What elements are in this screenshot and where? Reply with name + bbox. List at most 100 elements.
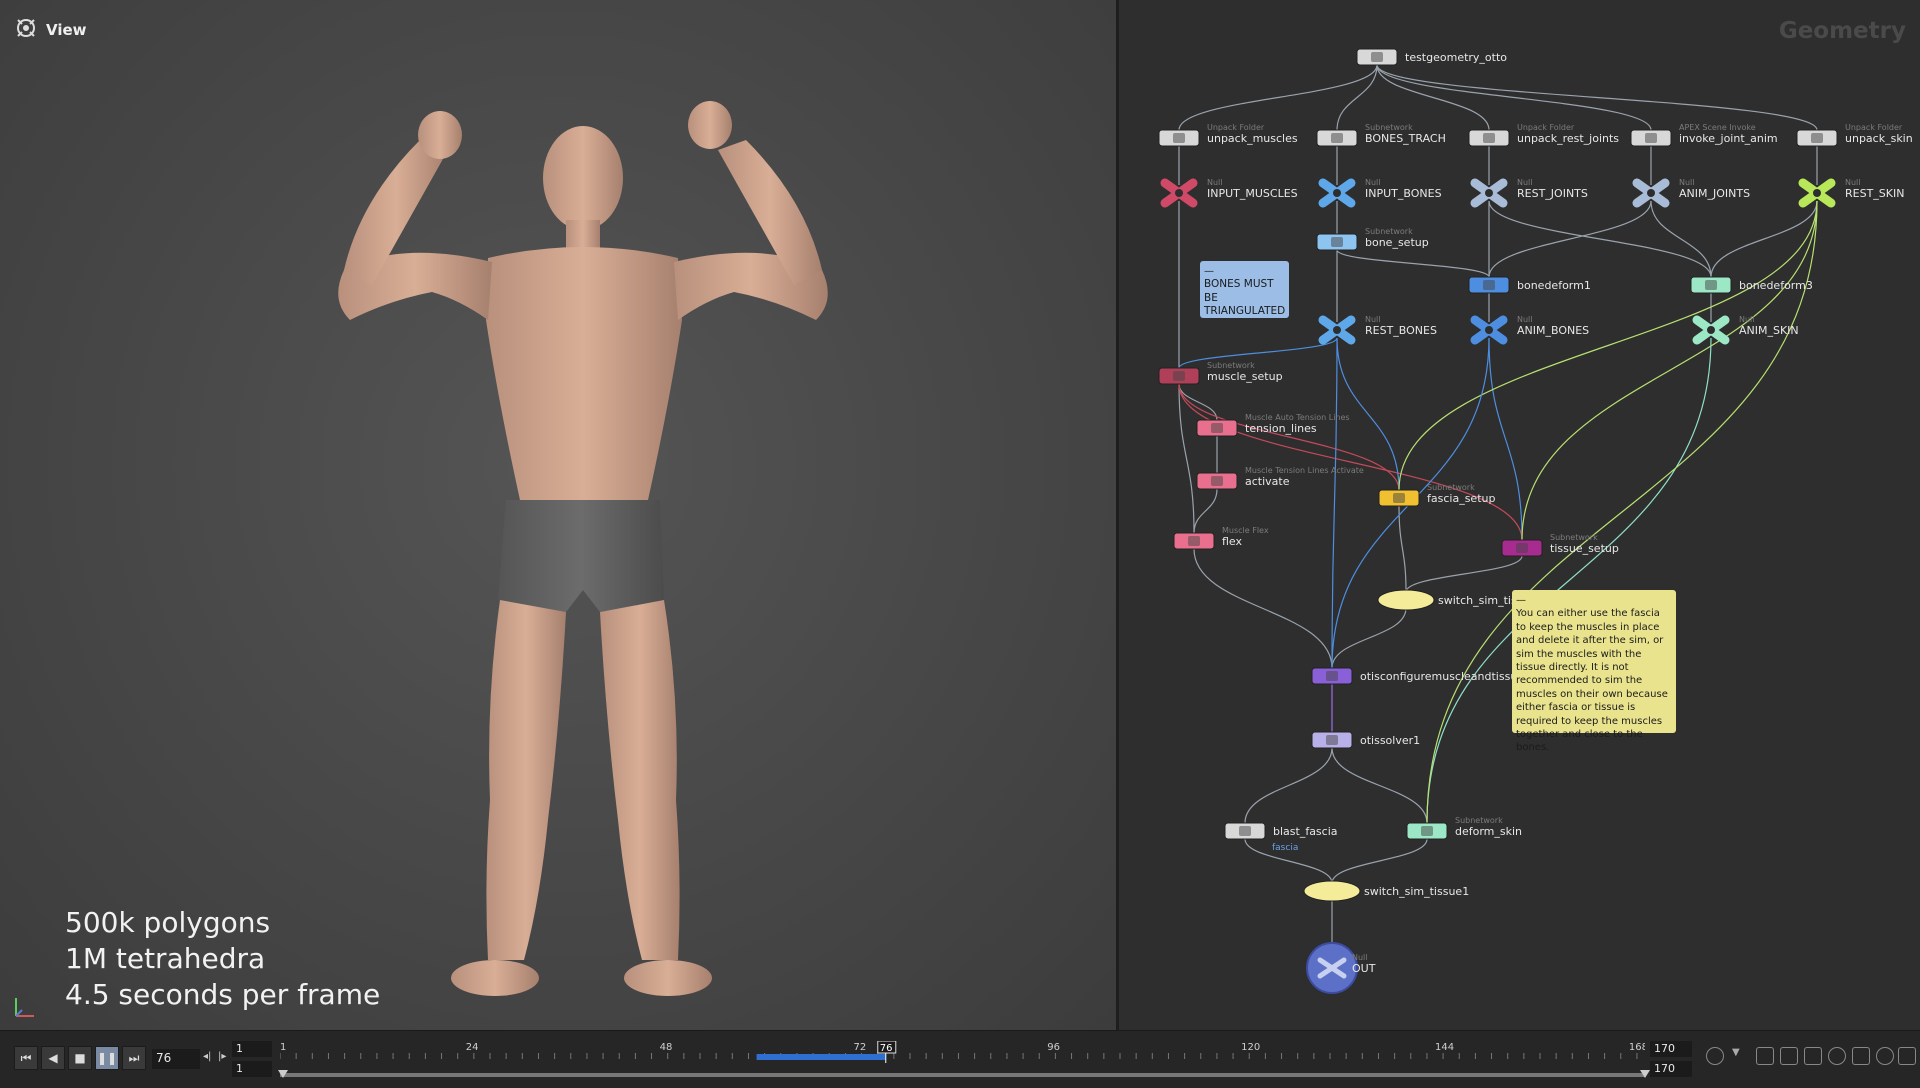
- sticky-note-bones[interactable]: — BONES MUST BE TRIANGULATED: [1200, 261, 1289, 318]
- null-center: [1813, 189, 1821, 197]
- sticky-note-text: You can either use the fascia to keep th…: [1516, 608, 1668, 754]
- node-blast-fascia[interactable]: blast_fascia: [1224, 822, 1338, 840]
- channel-icon[interactable]: [1804, 1047, 1822, 1065]
- node-flex[interactable]: Muscle Flexflex: [1173, 526, 1269, 550]
- range-start-field[interactable]: 1: [232, 1061, 272, 1077]
- wire[interactable]: [1331, 838, 1428, 884]
- node-rest-skin[interactable]: NullREST_SKIN: [1798, 178, 1904, 208]
- character-model[interactable]: [0, 0, 1116, 1030]
- node-name-label: ANIM_BONES: [1517, 324, 1589, 337]
- node-icon: [1211, 476, 1223, 486]
- wire[interactable]: [1193, 548, 1333, 669]
- node-invoke-joint-anim[interactable]: APEX Scene Invokeinvoke_joint_anim: [1630, 123, 1778, 147]
- jump-start-button[interactable]: ⏮: [14, 1046, 38, 1070]
- null-center: [1707, 326, 1715, 334]
- range-slider-start-handle[interactable]: [278, 1070, 288, 1078]
- range-slider[interactable]: [280, 1073, 1645, 1077]
- wire[interactable]: [1488, 200, 1712, 278]
- stop-button[interactable]: ■: [68, 1046, 92, 1070]
- range-slider-end-handle[interactable]: [1640, 1070, 1650, 1078]
- tick-label: 1: [280, 1042, 286, 1053]
- loop-icon[interactable]: [1852, 1047, 1870, 1065]
- range-end-field[interactable]: 170: [1650, 1061, 1692, 1077]
- node-type-label: Subnetwork: [1365, 123, 1413, 132]
- wire[interactable]: [1488, 200, 1652, 278]
- wire[interactable]: [1331, 747, 1428, 824]
- node-icon: [1239, 826, 1251, 836]
- node-type-label: Subnetwork: [1455, 816, 1503, 825]
- keyframes-icon[interactable]: [1756, 1047, 1774, 1065]
- audio-icon[interactable]: [1706, 1047, 1724, 1065]
- node-out[interactable]: NullOUT: [1306, 942, 1376, 994]
- render-stats: 500k polygons 1M tetrahedra 4.5 seconds …: [65, 905, 380, 1013]
- node-testgeometry-otto[interactable]: testgeometry_otto: [1356, 48, 1507, 66]
- node-switch-sim-tissue1[interactable]: switch_sim_tissue1: [1303, 880, 1469, 902]
- node-input-muscles[interactable]: NullINPUT_MUSCLES: [1160, 178, 1298, 208]
- wire[interactable]: [1398, 200, 1818, 491]
- node-otissolver1[interactable]: otissolver1: [1311, 731, 1420, 749]
- dropdown-chevron-icon[interactable]: ▼: [1732, 1047, 1750, 1065]
- node-type-label: Unpack Folder: [1517, 123, 1575, 132]
- start-frame-field[interactable]: 1: [232, 1041, 272, 1057]
- wire[interactable]: [1398, 505, 1407, 593]
- node-unpack-rest-joints[interactable]: Unpack Folderunpack_rest_joints: [1468, 123, 1619, 147]
- current-frame-field[interactable]: 76: [152, 1049, 200, 1069]
- node-bonedeform3[interactable]: bonedeform3: [1690, 276, 1813, 294]
- node-icon: [1173, 371, 1185, 381]
- switch-node-icon[interactable]: [1303, 880, 1361, 902]
- node-icon: [1483, 280, 1495, 290]
- node-tissue-setup[interactable]: Subnetworktissue_setup: [1501, 533, 1619, 557]
- node-anim-bones[interactable]: NullANIM_BONES: [1470, 315, 1589, 345]
- wire[interactable]: [1376, 64, 1818, 131]
- node-deform-skin[interactable]: Subnetworkdeform_skin: [1406, 816, 1522, 840]
- wire[interactable]: [1650, 200, 1712, 278]
- node-activate[interactable]: Muscle Tension Lines Activateactivate: [1196, 466, 1364, 490]
- network-editor[interactable]: Geometry testgeometry_otto Unpack Folder u…: [1119, 0, 1920, 1030]
- wire[interactable]: [1178, 383, 1195, 534]
- switch-node-icon[interactable]: [1377, 589, 1435, 611]
- key-scope-icon[interactable]: [1780, 1047, 1798, 1065]
- wire[interactable]: [1193, 488, 1218, 534]
- node-input-bones[interactable]: NullINPUT_BONES: [1318, 178, 1442, 208]
- node-bonedeform1[interactable]: bonedeform1: [1468, 276, 1591, 294]
- node-graph[interactable]: testgeometry_ottoUnpack Folderunpack_mus…: [1119, 0, 1920, 1030]
- node-name-label: REST_JOINTS: [1517, 187, 1588, 200]
- step-back-icon[interactable]: ◂|: [203, 1051, 211, 1062]
- global-animation-icon[interactable]: [1876, 1047, 1894, 1065]
- jump-end-button[interactable]: ⏭: [122, 1046, 146, 1070]
- node-muscle-setup[interactable]: Subnetworkmuscle_setup: [1158, 361, 1283, 385]
- end-frame-field[interactable]: 170: [1650, 1041, 1692, 1057]
- playbar-options-icon[interactable]: [1898, 1047, 1916, 1065]
- pause-button[interactable]: ❚❚: [95, 1046, 119, 1070]
- node-bones-trach[interactable]: SubnetworkBONES_TRACH: [1316, 123, 1446, 147]
- null-center: [1647, 189, 1655, 197]
- wire[interactable]: [1521, 200, 1818, 541]
- node-name-label: switch_sim_tissue1: [1364, 885, 1469, 898]
- wire[interactable]: [1488, 337, 1523, 541]
- play-reverse-button[interactable]: ◀: [41, 1046, 65, 1070]
- wire[interactable]: [1336, 249, 1490, 278]
- wire[interactable]: [1178, 383, 1523, 541]
- wire[interactable]: [1331, 337, 1338, 669]
- wire[interactable]: [1178, 64, 1378, 131]
- wire[interactable]: [1178, 337, 1338, 369]
- timeline-track[interactable]: 1 24 48 72 96 120 144 168 76: [279, 1040, 1648, 1063]
- step-forward-icon[interactable]: |▸: [218, 1051, 226, 1062]
- wire[interactable]: [1405, 555, 1523, 593]
- node-fascia-setup[interactable]: Subnetworkfascia_setup: [1378, 483, 1495, 507]
- node-anim-skin[interactable]: NullANIM_SKIN: [1692, 315, 1799, 345]
- node-anim-joints[interactable]: NullANIM_JOINTS: [1632, 178, 1750, 208]
- sticky-note-fascia[interactable]: — You can either use the fascia to keep …: [1512, 590, 1676, 753]
- node-rest-joints[interactable]: NullREST_JOINTS: [1470, 178, 1588, 208]
- node-otisconfigure[interactable]: otisconfiguremuscleandtissue1: [1311, 667, 1531, 685]
- node-bone-setup[interactable]: Subnetworkbone_setup: [1316, 227, 1429, 251]
- realtime-icon[interactable]: [1828, 1047, 1846, 1065]
- wire[interactable]: [1376, 64, 1652, 131]
- wire[interactable]: [1331, 607, 1407, 669]
- wire[interactable]: [1244, 747, 1333, 824]
- scene-viewport[interactable]: View 500k polygons 1M tetrahedra 4.5 sec…: [0, 0, 1116, 1030]
- node-tension-lines[interactable]: Muscle Auto Tension Linestension_lines: [1196, 413, 1350, 437]
- sticky-note-title: —: [1516, 595, 1526, 606]
- wire[interactable]: [1710, 200, 1818, 278]
- node-rest-bones[interactable]: NullREST_BONES: [1318, 315, 1437, 345]
